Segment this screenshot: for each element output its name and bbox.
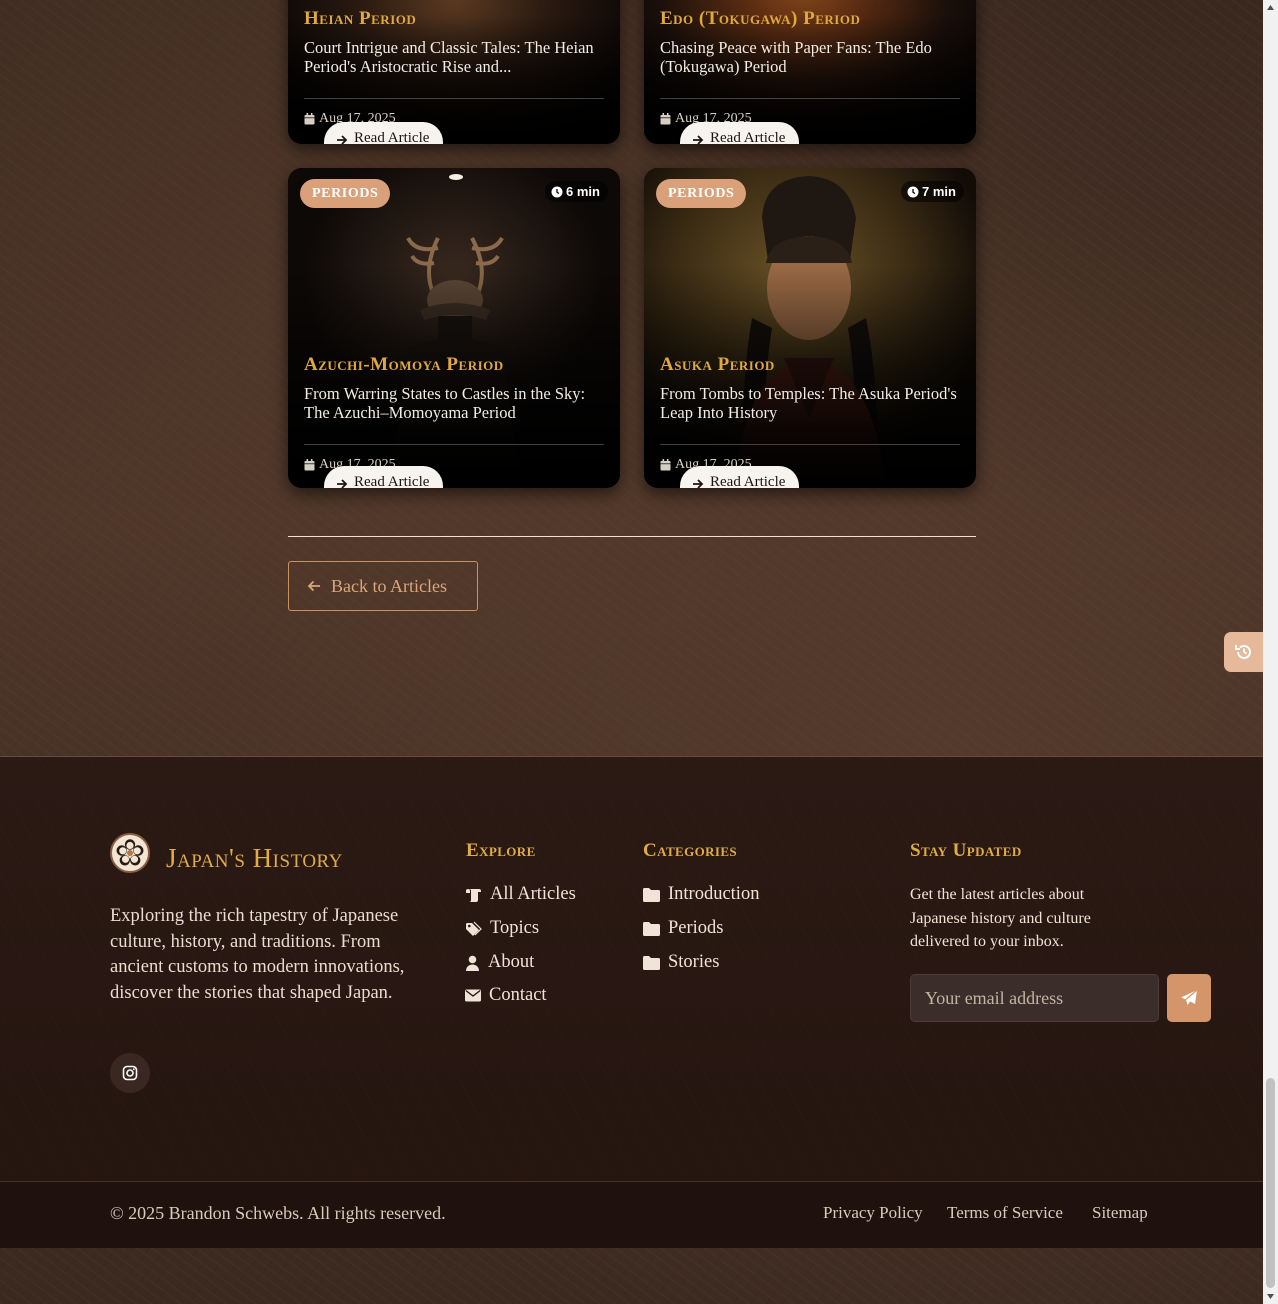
card-divider	[304, 98, 604, 99]
footer-link-contact[interactable]: Contact	[465, 985, 547, 1006]
article-card[interactable]: PERIODS 7 min Asuka Period From Tombs to…	[644, 168, 976, 488]
newsletter-heading: Stay Updated	[910, 840, 1022, 861]
read-article-button[interactable]: Read Article	[680, 122, 800, 144]
card-title[interactable]: Chasing Peace with Paper Fans: The Edo (…	[660, 38, 960, 76]
paper-plane-icon	[1181, 989, 1198, 1005]
folder-icon	[643, 887, 660, 902]
read-article-button[interactable]: Read Article	[324, 122, 444, 144]
instagram-link[interactable]	[110, 1053, 150, 1093]
privacy-policy-link[interactable]: Privacy Policy	[823, 1203, 923, 1223]
card-period: Edo (Tokugawa) Period	[660, 8, 861, 29]
instagram-icon	[122, 1065, 138, 1081]
categories-heading: Categories	[643, 840, 738, 861]
scrollbar-thumb[interactable]	[1266, 1078, 1275, 1288]
card-divider	[660, 98, 960, 99]
arrow-right-icon	[337, 479, 348, 488]
footer-category-stories[interactable]: Stories	[643, 952, 719, 973]
article-card[interactable]: PERIODS 6 min Azuchi-Momoya Period From …	[288, 168, 620, 488]
read-time: 7 min	[901, 181, 964, 202]
arrow-right-icon	[693, 479, 704, 488]
arrow-left-icon	[307, 580, 320, 592]
sakura-crest-icon	[116, 839, 144, 866]
footer-link-topics[interactable]: Topics	[465, 918, 539, 939]
scroll-down-arrow-icon[interactable]	[1266, 1292, 1275, 1301]
terms-of-service-link[interactable]: Terms of Service	[947, 1203, 1063, 1223]
explore-heading: Explore	[466, 840, 536, 861]
category-badge[interactable]: PERIODS	[300, 179, 391, 208]
logo-icon[interactable]	[110, 833, 150, 873]
card-divider	[660, 444, 960, 445]
email-input[interactable]	[910, 974, 1159, 1022]
arrow-right-icon	[693, 135, 704, 144]
folder-icon	[643, 921, 660, 936]
footer-link-all-articles[interactable]: All Articles	[465, 884, 576, 905]
history-tab[interactable]	[1224, 632, 1264, 672]
footer-link-about[interactable]: About	[465, 952, 534, 973]
card-title[interactable]: Court Intrigue and Classic Tales: The He…	[304, 38, 604, 76]
card-period: Azuchi-Momoya Period	[304, 354, 504, 375]
read-time: 6 min	[545, 181, 608, 202]
article-card[interactable]: Heian Period Court Intrigue and Classic …	[288, 0, 620, 144]
card-title[interactable]: From Warring States to Castles in the Sk…	[304, 384, 604, 422]
clock-icon	[551, 186, 563, 197]
card-divider	[304, 444, 604, 445]
footer-about: Exploring the rich tapestry of Japanese …	[110, 906, 405, 1003]
calendar-icon	[304, 113, 315, 125]
card-period: Asuka Period	[660, 354, 775, 375]
footer-brand[interactable]: Japan's History	[166, 843, 343, 874]
sitemap-link[interactable]: Sitemap	[1092, 1203, 1148, 1223]
section-divider	[288, 536, 976, 537]
folder-icon	[643, 955, 660, 970]
category-badge[interactable]: PERIODS	[656, 179, 747, 208]
read-article-button[interactable]: Read Article	[680, 466, 800, 488]
clock-icon	[907, 186, 919, 197]
calendar-icon	[660, 113, 671, 125]
tags-icon	[466, 921, 482, 936]
article-card[interactable]: Edo (Tokugawa) Period Chasing Peace with…	[644, 0, 976, 144]
newsletter-description: Get the latest articles about Japanese h…	[910, 886, 1091, 950]
footer-category-introduction[interactable]: Introduction	[643, 884, 759, 905]
scroll-icon	[466, 888, 481, 902]
envelope-icon	[465, 989, 481, 1002]
calendar-icon	[660, 459, 671, 471]
read-article-button[interactable]: Read Article	[324, 466, 444, 488]
subscribe-button[interactable]	[1167, 974, 1211, 1022]
card-title[interactable]: From Tombs to Temples: The Asuka Period'…	[660, 384, 960, 422]
back-to-articles-button[interactable]: Back to Articles	[288, 561, 478, 611]
scroll-up-arrow-icon[interactable]	[1266, 3, 1275, 12]
footer-category-periods[interactable]: Periods	[643, 918, 724, 939]
user-icon	[466, 955, 479, 971]
card-period: Heian Period	[304, 8, 417, 29]
arrow-right-icon	[337, 135, 348, 144]
history-icon	[1235, 644, 1251, 659]
calendar-icon	[304, 459, 315, 471]
copyright: © 2025 Brandon Schwebs. All rights reser…	[110, 1203, 446, 1223]
